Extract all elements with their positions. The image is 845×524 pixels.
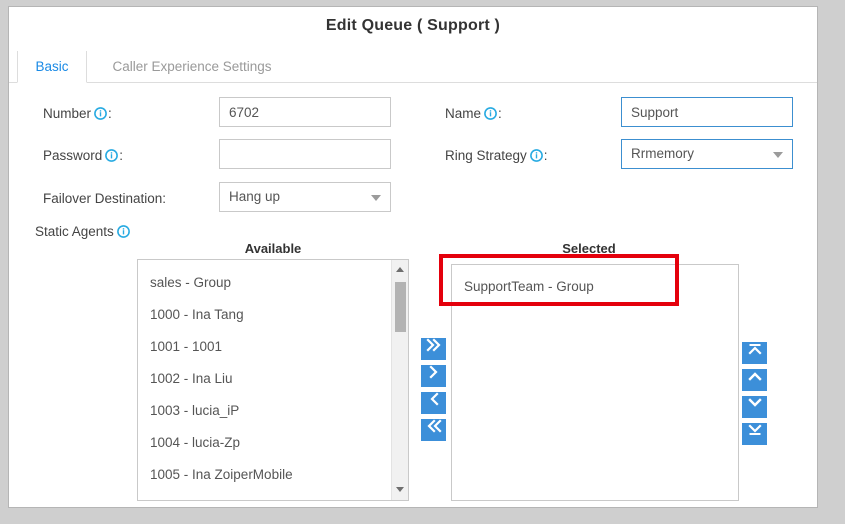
password-label-colon: : (119, 148, 124, 163)
available-caption: Available (244, 241, 302, 256)
failover-destination-label: Failover Destination: (43, 191, 167, 206)
available-list-item[interactable]: 1000 - Ina Tang (138, 299, 408, 331)
password-input[interactable] (219, 139, 391, 169)
static-agents-label: Static Agents (35, 224, 131, 239)
available-list-item[interactable]: 1006 - Ina Media5 (138, 491, 408, 500)
move-to-bottom-button[interactable] (742, 423, 767, 445)
move-all-left-button[interactable] (421, 419, 446, 441)
info-icon[interactable] (484, 107, 497, 120)
move-to-top-button[interactable] (742, 342, 767, 364)
chevron-down-icon (371, 195, 381, 201)
selected-list-item[interactable]: SupportTeam - Group (452, 271, 738, 303)
scrollbar-thumb[interactable] (395, 282, 406, 332)
tab-basic[interactable]: Basic (17, 51, 87, 83)
number-input[interactable] (219, 97, 391, 127)
name-label-text: Name (445, 106, 482, 121)
ring-strategy-select[interactable]: Rrmemory (621, 139, 793, 169)
static-agents-label-text: Static Agents (35, 224, 114, 239)
number-label: Number: (43, 106, 112, 121)
info-icon[interactable] (529, 149, 543, 162)
number-label-colon: : (108, 106, 112, 121)
available-list-item[interactable]: 1001 - 1001 (138, 331, 408, 363)
number-label-text: Number (43, 106, 92, 121)
available-list-item[interactable]: 1005 - Ina ZoiperMobile (138, 459, 408, 491)
available-list-item[interactable]: 1004 - lucia-Zp (138, 427, 408, 459)
page-title: Edit Queue ( Support ) (325, 17, 501, 34)
failover-destination-value: Hang up (229, 189, 281, 204)
ring-strategy-label: Ring Strategy: (445, 148, 548, 163)
name-input[interactable] (621, 97, 793, 127)
move-right-button[interactable] (421, 365, 446, 387)
selected-list[interactable]: SupportTeam - Group (451, 264, 739, 501)
tab-bar: Basic Caller Experience Settings (9, 51, 817, 83)
info-icon[interactable] (94, 107, 107, 120)
name-label-colon: : (498, 106, 502, 121)
move-all-right-button[interactable] (421, 338, 446, 360)
failover-destination-select[interactable]: Hang up (219, 182, 391, 212)
move-left-button[interactable] (421, 392, 446, 414)
password-label-text: Password (43, 148, 103, 163)
available-list-item[interactable]: sales - Group (138, 267, 408, 299)
available-list-item[interactable]: 1002 - Ina Liu (138, 363, 408, 395)
ring-strategy-value: Rrmemory (631, 146, 694, 161)
move-down-button[interactable] (742, 396, 767, 418)
scroll-down-icon[interactable] (392, 482, 408, 498)
screen-background: Edit Queue ( Support ) Basic Caller Expe… (0, 0, 845, 524)
available-list-items: sales - Group 1000 - Ina Tang 1001 - 1001 1… (138, 267, 408, 500)
selected-caption: Selected (562, 241, 616, 256)
available-list[interactable]: sales - Group 1000 - Ina Tang 1001 - 1001 1… (137, 259, 409, 501)
name-label: Name: (445, 106, 502, 121)
move-up-button[interactable] (742, 369, 767, 391)
tab-caller-experience-settings[interactable]: Caller Experience Settings (97, 51, 287, 83)
edit-queue-dialog: Edit Queue ( Support ) Basic Caller Expe… (8, 6, 818, 508)
chevron-down-icon (773, 152, 783, 158)
info-icon[interactable] (105, 149, 119, 162)
available-list-scrollbar[interactable] (391, 260, 408, 500)
info-icon[interactable] (116, 225, 130, 238)
password-label: Password: (43, 148, 123, 163)
ring-strategy-label-colon: : (543, 148, 548, 163)
selected-list-items: SupportTeam - Group (452, 271, 738, 303)
scroll-up-icon[interactable] (392, 262, 408, 278)
available-list-item[interactable]: 1003 - lucia_iP (138, 395, 408, 427)
ring-strategy-label-text: Ring Strategy (445, 148, 527, 163)
